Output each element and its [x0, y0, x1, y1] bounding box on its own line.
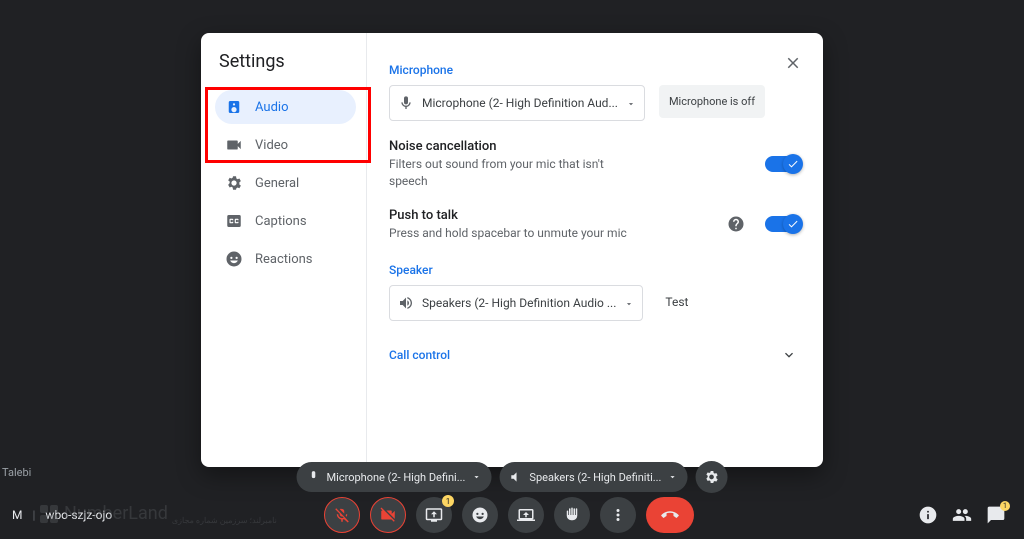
captions-icon [225, 212, 243, 230]
noise-cancellation-row: Noise cancellation Filters out sound fro… [389, 139, 805, 190]
bottom-area: Microphone (2- High Defini... Speakers (… [0, 457, 1024, 539]
emoji-icon [225, 250, 243, 268]
push-to-talk-toggle[interactable] [765, 216, 801, 232]
help-icon[interactable] [727, 215, 745, 233]
call-bar: M | wbo-szjz-ojo 1 1 [0, 497, 1024, 533]
push-to-talk-desc: Press and hold spacebar to unmute your m… [389, 225, 639, 242]
raise-hand-button[interactable] [554, 497, 590, 533]
settings-dialog: Settings Audio Video General Captions Re… [201, 33, 823, 467]
speaker-dropdown-value: Speakers (2- High Definition Audio ... [422, 296, 616, 310]
chevron-down-icon [781, 347, 797, 363]
push-to-talk-title: Push to talk [389, 208, 721, 223]
caret-down-icon [626, 98, 636, 108]
sidebar-item-captions[interactable]: Captions [215, 204, 356, 238]
caret-down-icon [667, 472, 677, 482]
gear-icon [225, 174, 243, 192]
people-button[interactable] [952, 505, 972, 525]
speaker-dropdown[interactable]: Speakers (2- High Definition Audio ... [389, 285, 643, 321]
settings-title: Settings [215, 51, 356, 72]
mic-icon [398, 95, 414, 111]
push-to-talk-row: Push to talk Press and hold spacebar to … [389, 208, 805, 242]
speaker-test-button[interactable]: Test [657, 285, 696, 319]
settings-content: Microphone Microphone (2- High Definitio… [367, 33, 823, 467]
meeting-time-prefix: M [12, 508, 22, 522]
sidebar-item-label: Reactions [255, 252, 313, 267]
meeting-info-button[interactable] [918, 505, 938, 525]
call-control-expander[interactable]: Call control [389, 347, 805, 363]
mic-toggle-button[interactable] [324, 497, 360, 533]
call-control-label: Call control [389, 348, 450, 362]
camera-toggle-button[interactable] [370, 497, 406, 533]
speaker-pill-text: Speakers (2- High Definiti... [529, 471, 661, 484]
speaker-device-pill[interactable]: Speakers (2- High Definiti... [499, 462, 687, 492]
noise-cancellation-title: Noise cancellation [389, 139, 765, 154]
sidebar-item-label: General [255, 176, 299, 191]
microphone-dropdown-value: Microphone (2- High Definition Aud... [422, 96, 618, 110]
settings-sidebar: Settings Audio Video General Captions Re… [201, 33, 367, 467]
present-button[interactable]: 1 [416, 497, 452, 533]
device-settings-button[interactable] [695, 461, 727, 493]
meeting-code: wbo-szjz-ojo [45, 508, 112, 522]
sidebar-item-general[interactable]: General [215, 166, 356, 200]
sidebar-item-label: Video [255, 138, 288, 153]
mic-icon [307, 470, 321, 484]
present-badge: 1 [442, 495, 454, 507]
end-call-button[interactable] [646, 497, 694, 533]
chat-badge: 1 [1000, 501, 1010, 511]
volume-icon [398, 295, 414, 311]
speaker-section-label: Speaker [389, 263, 805, 277]
caret-down-icon [471, 472, 481, 482]
sidebar-item-reactions[interactable]: Reactions [215, 242, 356, 276]
device-pills-row: Microphone (2- High Defini... Speakers (… [297, 461, 728, 493]
share-screen-button[interactable] [508, 497, 544, 533]
more-options-button[interactable] [600, 497, 636, 533]
microphone-status: Microphone is off [659, 85, 765, 118]
sidebar-item-video[interactable]: Video [215, 128, 356, 162]
video-icon [225, 136, 243, 154]
mic-device-pill[interactable]: Microphone (2- High Defini... [297, 462, 492, 492]
sidebar-item-audio[interactable]: Audio [215, 90, 356, 124]
mic-pill-text: Microphone (2- High Defini... [327, 471, 466, 484]
sidebar-item-label: Captions [255, 214, 307, 229]
sidebar-item-label: Audio [255, 100, 288, 115]
microphone-dropdown[interactable]: Microphone (2- High Definition Aud... [389, 85, 645, 121]
close-button[interactable] [777, 47, 809, 79]
chat-button[interactable]: 1 [986, 505, 1006, 525]
microphone-section-label: Microphone [389, 63, 805, 77]
caret-down-icon [624, 298, 634, 308]
reactions-button[interactable] [462, 497, 498, 533]
speaker-icon [225, 98, 243, 116]
volume-icon [509, 470, 523, 484]
noise-cancellation-desc: Filters out sound from your mic that isn… [389, 156, 639, 190]
noise-cancellation-toggle[interactable] [765, 156, 801, 172]
